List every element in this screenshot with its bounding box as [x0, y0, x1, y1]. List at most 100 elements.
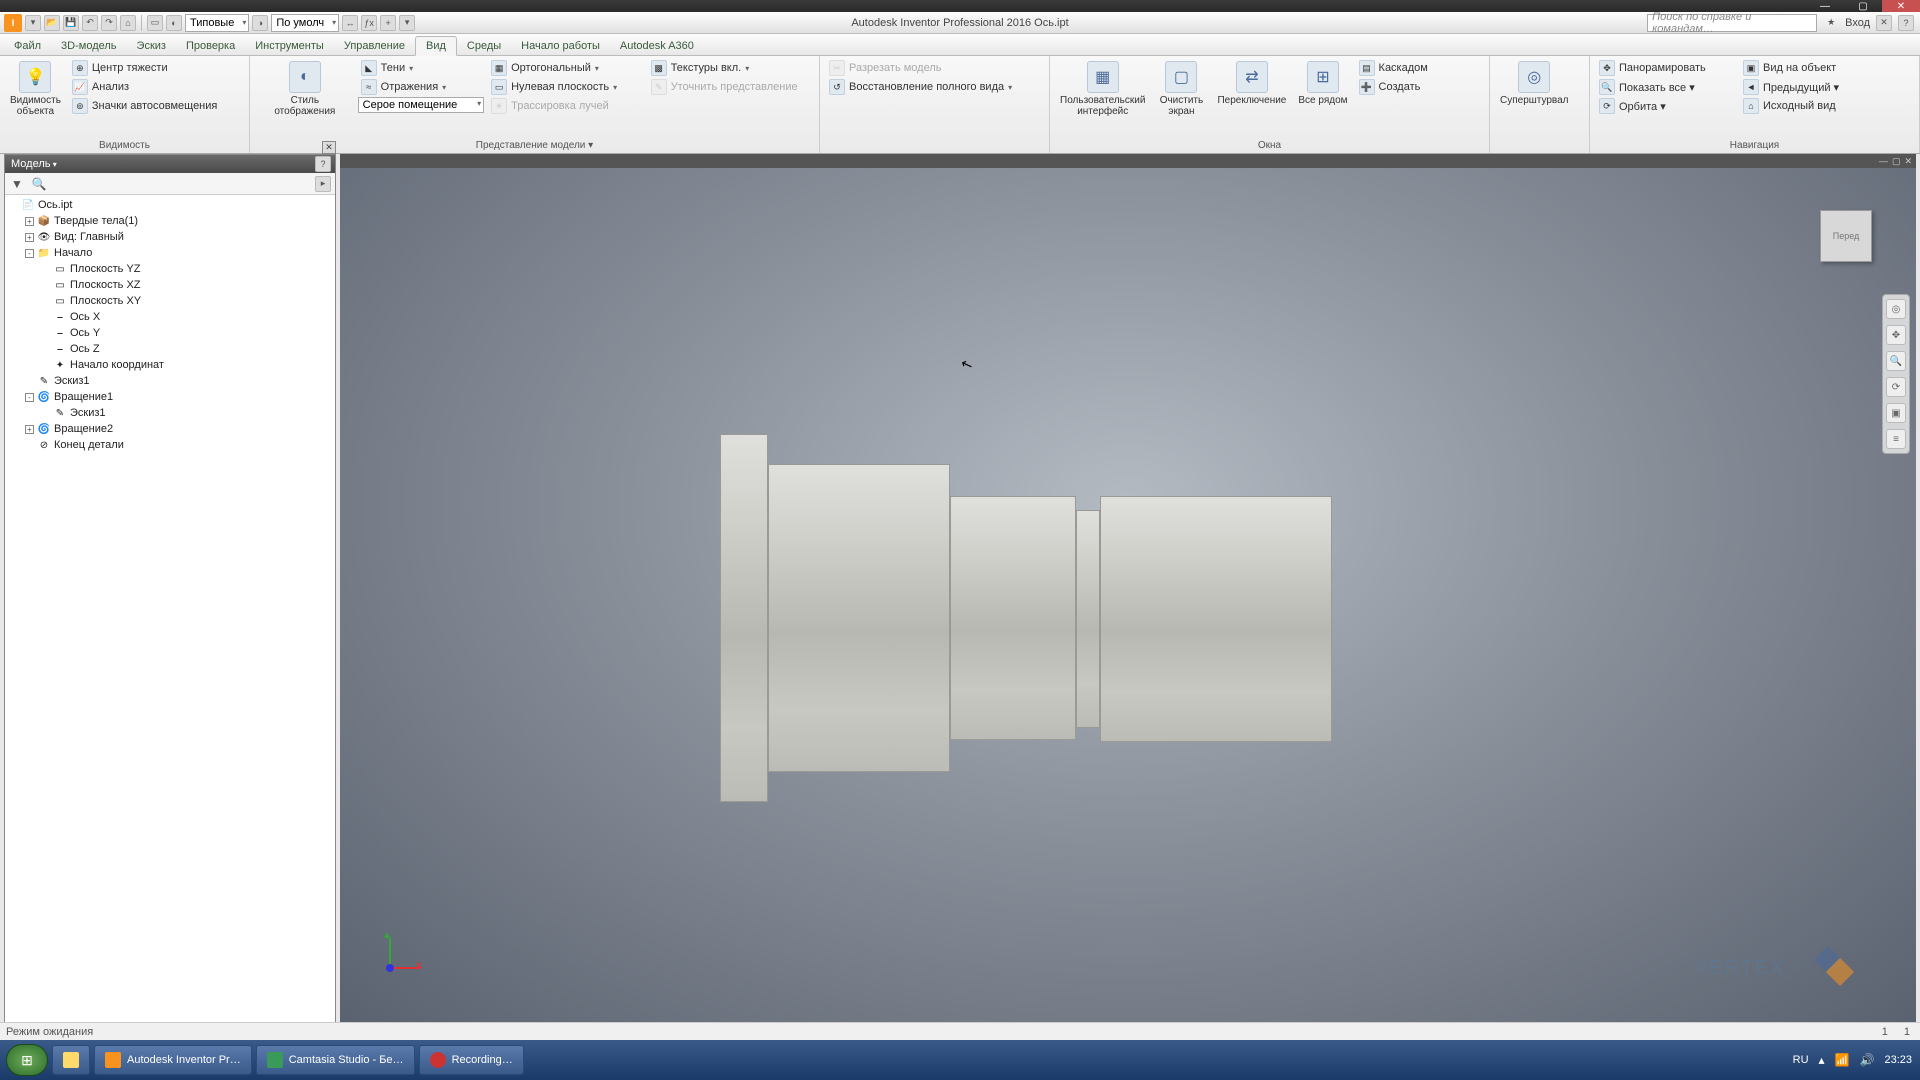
expand-icon[interactable]: - [25, 393, 34, 402]
tree-node[interactable]: ▭Плоскость YZ [5, 261, 335, 277]
switch-button[interactable]: ⇄Переключение [1213, 59, 1290, 138]
lookat-item[interactable]: ▣Вид на объект [1740, 59, 1880, 77]
tree-node[interactable]: -📁Начало [5, 245, 335, 261]
viewcube[interactable]: Перед [1820, 210, 1872, 262]
select-icon[interactable]: ▭ [147, 15, 163, 31]
new-window-item[interactable]: ➕Создать [1356, 78, 1431, 96]
new-icon[interactable]: ▾ [25, 15, 41, 31]
taskbar-inventor[interactable]: Autodesk Inventor Pr… [94, 1045, 252, 1075]
tree-node[interactable]: ✦Начало координат [5, 357, 335, 373]
help-icon[interactable]: ? [1898, 15, 1914, 31]
system-tray[interactable]: RU ▴ 📶 🔊 23:23 [1793, 1053, 1912, 1067]
textures-item[interactable]: ▩Текстуры вкл. [648, 59, 813, 77]
browser-header[interactable]: Модель ? [5, 155, 335, 173]
clear-screen-button[interactable]: ▢Очистить экран [1153, 59, 1209, 138]
tray-chevron-icon[interactable]: ▴ [1819, 1053, 1825, 1067]
expand-icon[interactable]: + [25, 425, 34, 434]
redo-icon[interactable]: ↷ [101, 15, 117, 31]
help-search-input[interactable]: Поиск по справке и командам… [1647, 14, 1817, 32]
tree-node[interactable]: -🌀Вращение1 [5, 389, 335, 405]
appearance-combo[interactable]: Типовые [185, 14, 249, 32]
center-of-gravity-item[interactable]: ⊕Центр тяжести [69, 59, 220, 77]
fx-icon[interactable]: ƒx [361, 15, 377, 31]
tree-node[interactable]: ▭Плоскость XY [5, 293, 335, 309]
tree-node[interactable]: +👁Вид: Главный [5, 229, 335, 245]
ortho-item[interactable]: ▦Ортогональный [488, 59, 644, 77]
steeringwheel-button[interactable]: ◎Суперштурвал [1496, 59, 1573, 149]
object-visibility-button[interactable]: 💡 Видимость объекта [6, 59, 65, 138]
cascade-item[interactable]: ▤Каскадом [1356, 59, 1431, 77]
home-icon[interactable]: ⌂ [120, 15, 136, 31]
restore-view-item[interactable]: ↺Восстановление полного вида [826, 78, 1015, 96]
dd-icon[interactable]: ▾ [399, 15, 415, 31]
lighting-combo[interactable]: Серое помещение [358, 97, 484, 113]
undo-icon[interactable]: ↶ [82, 15, 98, 31]
tree-node[interactable]: ⎯Ось Y [5, 325, 335, 341]
panel-appearance-label[interactable]: Представление модели ▾ [256, 138, 813, 153]
tab-env[interactable]: Среды [457, 37, 511, 55]
filter-icon[interactable]: ▼ [9, 176, 25, 192]
signin-link[interactable]: Вход [1845, 17, 1870, 29]
tab-inspect[interactable]: Проверка [176, 37, 245, 55]
measure-icon[interactable]: ↔ [342, 15, 358, 31]
vp-max-icon[interactable]: ▢ [1892, 156, 1901, 167]
imate-glyphs-item[interactable]: ⊚Значки автосовмещения [69, 97, 220, 115]
home-view-item[interactable]: ⌂Исходный вид [1740, 97, 1880, 115]
orbit-item[interactable]: ⟳Орбита ▾ [1596, 97, 1736, 115]
find-icon[interactable]: 🔍 [31, 176, 47, 192]
tab-view[interactable]: Вид [415, 36, 457, 56]
visualstyle-combo[interactable]: По умолч [271, 14, 339, 32]
zoomall-item[interactable]: 🔍Показать все ▾ [1596, 78, 1736, 96]
pan-item[interactable]: ✥Панорамировать [1596, 59, 1736, 77]
tab-getstarted[interactable]: Начало работы [511, 37, 610, 55]
taskbar-recording[interactable]: Recording… [419, 1045, 524, 1075]
expand-icon[interactable]: - [25, 249, 34, 258]
tray-volume-icon[interactable]: 🔊 [1860, 1053, 1875, 1067]
model-tree[interactable]: 📄Ось.ipt+📦Твердые тела(1)+👁Вид: Главный-… [5, 195, 335, 455]
color-icon[interactable]: ◑ [252, 15, 268, 31]
tree-node[interactable]: ⊘Конец детали [5, 437, 335, 453]
viewport-3d[interactable]: — ▢ ✕ Перед ◎ ✥ 🔍 ⟳ ▣ ≡ ↖ x ▲ VERTEX© [340, 154, 1916, 1024]
exchange-icon[interactable]: ✕ [1876, 15, 1892, 31]
tab-a360[interactable]: Autodesk A360 [610, 37, 704, 55]
tree-node[interactable]: ⎯Ось X [5, 309, 335, 325]
browser-options-icon[interactable]: ▸ [315, 176, 331, 192]
tray-clock[interactable]: 23:23 [1884, 1054, 1912, 1066]
taskbar-explorer[interactable] [52, 1045, 90, 1075]
shadows-item[interactable]: ◣Тени [358, 59, 484, 77]
close-button[interactable]: ✕ [1882, 0, 1920, 12]
tab-3dmodel[interactable]: 3D-модель [51, 37, 126, 55]
ui-button[interactable]: ▦Пользовательский интерфейс [1056, 59, 1149, 138]
tree-node[interactable]: ▭Плоскость XZ [5, 277, 335, 293]
tree-node[interactable]: +📦Твердые тела(1) [5, 213, 335, 229]
tab-tools[interactable]: Инструменты [245, 37, 334, 55]
tree-node[interactable]: ⎯Ось Z [5, 341, 335, 357]
vp-min-icon[interactable]: — [1879, 156, 1888, 166]
tree-node[interactable]: ✎Эскиз1 [5, 405, 335, 421]
tree-node[interactable]: +🌀Вращение2 [5, 421, 335, 437]
prev-view-item[interactable]: ◄Предыдущий ▾ [1740, 78, 1880, 96]
open-icon[interactable]: 📂 [44, 15, 60, 31]
tray-network-icon[interactable]: 📶 [1835, 1053, 1850, 1067]
nav-pan-icon[interactable]: ✥ [1886, 325, 1906, 345]
nav-zoom-icon[interactable]: 🔍 [1886, 351, 1906, 371]
tab-manage[interactable]: Управление [334, 37, 415, 55]
nav-lookat-icon[interactable]: ▣ [1886, 403, 1906, 423]
tree-node[interactable]: 📄Ось.ipt [5, 197, 335, 213]
tree-node[interactable]: ✎Эскиз1 [5, 373, 335, 389]
visual-style-button[interactable]: ◐ Стиль отображения [256, 59, 354, 138]
browser-menu-icon[interactable]: ? [315, 156, 331, 172]
expand-icon[interactable]: + [25, 217, 34, 226]
nav-more-icon[interactable]: ≡ [1886, 429, 1906, 449]
nav-wheel-icon[interactable]: ◎ [1886, 299, 1906, 319]
vp-close-icon[interactable]: ✕ [1904, 156, 1912, 167]
tab-sketch[interactable]: Эскиз [127, 37, 176, 55]
groundplane-item[interactable]: ▭Нулевая плоскость [488, 78, 644, 96]
maximize-button[interactable]: ▢ [1844, 0, 1882, 12]
analysis-item[interactable]: 📈Анализ [69, 78, 220, 96]
tab-file[interactable]: Файл [4, 37, 51, 55]
browser-close-button[interactable]: ✕ [322, 141, 336, 154]
tile-button[interactable]: ⊞Все рядом [1294, 59, 1351, 138]
tray-lang[interactable]: RU [1793, 1054, 1809, 1066]
material-icon[interactable]: ◐ [166, 15, 182, 31]
